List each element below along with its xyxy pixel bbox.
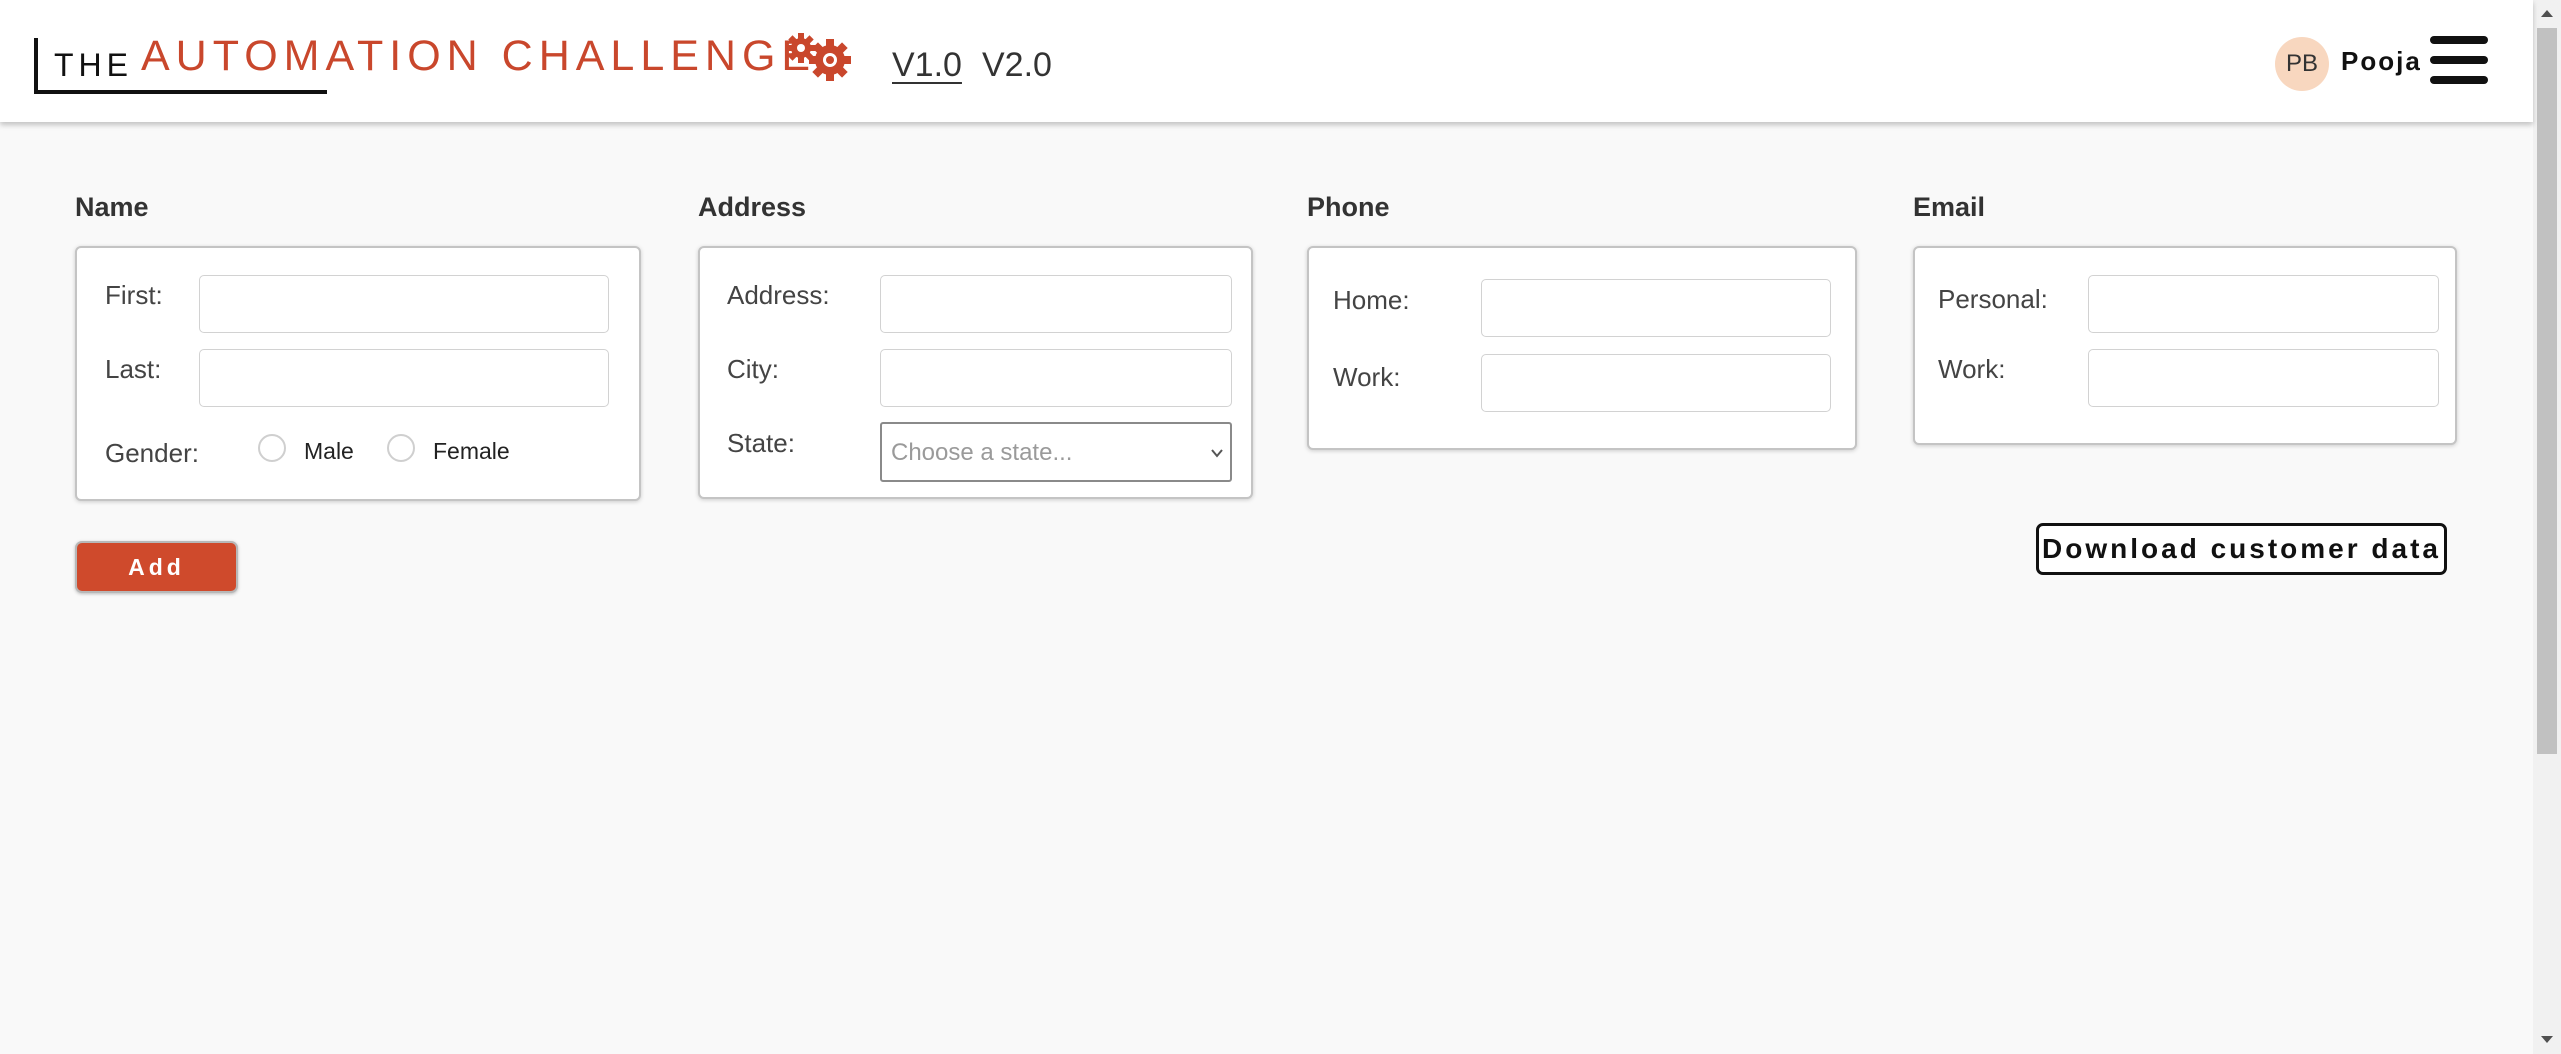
- app-header: THE AUTOMATION CHALLENGE V1.0 V2.0 PB Po…: [0, 0, 2533, 122]
- gender-female-label[interactable]: Female: [433, 438, 510, 465]
- gender-female-radio[interactable]: [387, 434, 415, 462]
- scroll-up-icon[interactable]: [2541, 10, 2553, 17]
- add-button-label: Add: [128, 553, 185, 580]
- state-label: State:: [727, 428, 795, 458]
- work-phone-label: Work:: [1333, 362, 1401, 392]
- personal-email-input[interactable]: [2088, 275, 2439, 333]
- work-email-label: Work:: [1938, 354, 2006, 384]
- home-phone-label: Home:: [1333, 285, 1410, 315]
- work-email-input[interactable]: [2088, 349, 2439, 407]
- state-select[interactable]: Choose a state...: [880, 422, 1232, 482]
- last-name-input[interactable]: [199, 349, 609, 407]
- hamburger-icon[interactable]: [2430, 36, 2488, 84]
- phone-card: Home: Work:: [1307, 246, 1857, 450]
- email-section-title: Email: [1913, 192, 1986, 222]
- work-phone-input[interactable]: [1481, 354, 1831, 412]
- gender-male-radio[interactable]: [258, 434, 286, 462]
- personal-email-label: Personal:: [1938, 284, 2048, 314]
- first-name-label: First:: [105, 280, 163, 310]
- phone-section-title: Phone: [1307, 192, 1390, 222]
- name-card: First: Last: Gender: Male Female: [75, 246, 641, 501]
- address-section-title: Address: [698, 192, 807, 222]
- gender-male-label[interactable]: Male: [304, 438, 354, 465]
- nav-link-v1[interactable]: V1.0: [892, 46, 962, 85]
- email-card: Personal: Work:: [1913, 246, 2457, 445]
- state-select-placeholder: Choose a state...: [891, 439, 1073, 466]
- logo-the: THE: [54, 47, 133, 83]
- gears-icon: [786, 33, 851, 81]
- address-label: Address:: [727, 280, 830, 310]
- first-name-input[interactable]: [199, 275, 609, 333]
- username[interactable]: Pooja: [2341, 46, 2422, 77]
- add-button[interactable]: Add: [75, 541, 238, 593]
- download-customer-data-button[interactable]: Download customer data: [2036, 523, 2447, 575]
- nav-link-v2[interactable]: V2.0: [982, 46, 1052, 85]
- scroll-down-icon[interactable]: [2541, 1036, 2553, 1043]
- address-input[interactable]: [880, 275, 1232, 333]
- address-card: Address: City: State: Choose a state...: [698, 246, 1253, 499]
- logo[interactable]: THE AUTOMATION CHALLENGE: [34, 32, 810, 94]
- city-label: City:: [727, 354, 779, 384]
- chevron-down-icon: [1211, 449, 1223, 458]
- vertical-scrollbar[interactable]: [2533, 0, 2561, 1054]
- download-button-label: Download customer data: [2042, 533, 2441, 564]
- name-section-title: Name: [75, 192, 149, 222]
- last-name-label: Last:: [105, 354, 162, 384]
- avatar[interactable]: PB: [2275, 37, 2329, 91]
- gender-label: Gender:: [105, 438, 199, 468]
- avatar-initials: PB: [2285, 50, 2318, 77]
- scrollbar-thumb[interactable]: [2537, 28, 2557, 754]
- home-phone-input[interactable]: [1481, 279, 1831, 337]
- city-input[interactable]: [880, 349, 1232, 407]
- logo-title: AUTOMATION CHALLENGE: [141, 32, 817, 80]
